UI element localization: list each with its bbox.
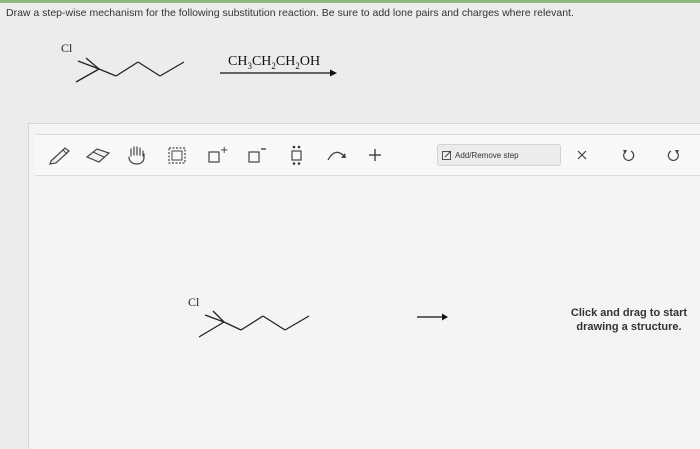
canvas-controls [559,141,700,169]
chlorine-label: Cl [61,41,73,55]
hint-line-2: drawing a structure. [576,321,682,333]
hint-line-1: Click and drag to start [570,307,688,319]
chlorine-label: Cl [188,295,200,309]
add-remove-step-button[interactable]: Add/Remove step [437,144,561,166]
svg-text:+: + [220,145,228,156]
lone-pair-icon[interactable] [285,143,309,167]
negative-charge-icon[interactable] [243,143,271,167]
add-remove-step-label: Add/Remove step [455,150,519,160]
top-accent-rule [0,0,700,3]
undo-icon[interactable] [605,142,651,168]
edit-icon [442,150,452,160]
reaction-arrow-icon [220,69,337,77]
plus-icon[interactable] [363,143,387,167]
pencil-icon[interactable] [45,143,75,167]
curved-arrow-icon[interactable] [323,143,351,167]
step-arrow-icon [417,313,448,321]
reactant-structure: Cl [61,41,185,83]
close-icon[interactable] [559,142,605,168]
reaction-arrow-with-reagent: CH3CH2CH2OH [220,52,338,82]
starting-structure[interactable]: Cl [179,294,319,354]
drawing-toolbar: + Add/Remove step [35,134,700,176]
drawing-workspace[interactable]: + Add/Remove step Cl Click and drag to s… [28,123,700,449]
positive-charge-icon[interactable]: + [203,143,231,167]
eraser-icon[interactable] [83,143,113,167]
canvas-hint: Click and drag to start drawing a struct… [549,306,700,334]
redo-icon[interactable] [651,142,697,168]
question-text: Draw a step-wise mechanism for the follo… [6,7,574,19]
hand-icon[interactable] [123,143,151,167]
select-box-icon[interactable] [163,143,191,167]
